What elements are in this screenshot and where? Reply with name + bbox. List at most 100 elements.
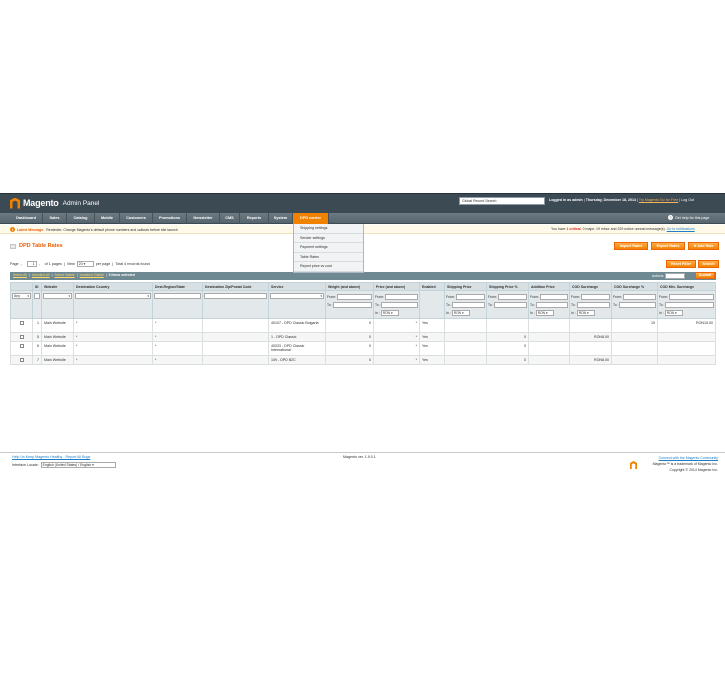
filter-cod-pct-to-input[interactable] [619, 301, 656, 308]
filter-id-cell [32, 290, 42, 319]
cell-country: * [73, 355, 153, 365]
col-shipping-price-pct[interactable]: Shipping Price % [486, 282, 529, 291]
col-price[interactable]: Price (and above) [373, 282, 420, 291]
critical-count[interactable]: 1 critical [566, 227, 580, 231]
filter-cod-min-currency-select[interactable]: RON ▾ [664, 309, 683, 316]
col-dest-country[interactable]: Destination Country [73, 282, 153, 291]
filter-region-input[interactable] [154, 293, 201, 299]
search-button[interactable]: Search [698, 260, 719, 268]
next-page-icon[interactable]: › [39, 262, 43, 267]
nav-reports[interactable]: Reports [240, 213, 269, 224]
filter-cod-pct-from-input[interactable] [622, 293, 656, 300]
filter-price-from-input[interactable] [384, 293, 418, 300]
nav-catalog[interactable]: Catalog [67, 213, 95, 224]
submit-button[interactable]: Submit [695, 272, 715, 279]
unselect-all-link[interactable]: Unselect All [32, 273, 50, 277]
filter-add-to-input[interactable] [536, 301, 568, 308]
actions-select[interactable] [665, 273, 686, 279]
nav-cms[interactable]: CMS [220, 213, 240, 224]
menu-sender-settings[interactable]: Sender settings [294, 234, 363, 243]
nav-customers[interactable]: Customers [120, 213, 153, 224]
col-id[interactable]: ID [32, 282, 42, 291]
col-weight[interactable]: Weight (and above) [325, 282, 374, 291]
filter-ship-pct-to-input[interactable] [494, 301, 527, 308]
filter-price-currency-select[interactable]: RON ▾ [380, 309, 399, 316]
filter-massaction-select[interactable]: Any ▾ [12, 293, 31, 299]
col-enabled[interactable]: Enabled [419, 282, 445, 291]
nav-newsletter[interactable]: Newsletter [187, 213, 220, 224]
menu-table-rates[interactable]: Table Rates [294, 253, 363, 262]
nav-dashboard[interactable]: Dashboard [10, 213, 43, 224]
reset-filter-button[interactable]: Reset Filter [666, 260, 696, 268]
prev-page-icon[interactable]: ‹ [21, 262, 25, 267]
filter-id-input[interactable] [34, 293, 40, 299]
unselect-visible-link[interactable]: Unselect Visible [80, 273, 104, 277]
filter-ship-pct-from-input[interactable] [497, 293, 527, 300]
add-rate-button[interactable]: ⊕ Add Rate [688, 242, 719, 250]
try-magento-link[interactable]: Try Magento Go for Free [639, 198, 678, 202]
nav-system[interactable]: System [269, 213, 293, 224]
filter-ship-to-input[interactable] [452, 301, 485, 308]
page-number-input[interactable]: 1 [26, 261, 37, 267]
cell-price: * [373, 332, 420, 342]
filter-weight-to-input[interactable] [333, 301, 372, 308]
nav-sales[interactable]: Sales [43, 213, 67, 224]
magento-logo[interactable]: Magento Admin Panel [10, 196, 99, 210]
row-checkbox[interactable] [19, 344, 24, 348]
help-link[interactable]: ? Get help for this page [668, 215, 709, 220]
filter-cod-min-from-input[interactable] [668, 293, 714, 300]
locale-value: English (United States) / English [42, 463, 92, 467]
nav-dpd-carrier[interactable]: DPD carrier [293, 213, 329, 224]
global-search-input[interactable]: Global Record Search [459, 197, 545, 205]
filter-cod-to-input[interactable] [577, 301, 610, 308]
pager: Page ‹ 1 › of 1 pages | View 20 ▾ per pa… [10, 261, 150, 267]
report-bugs-link[interactable]: Help Us Keep Magento Healthy - Report Al… [12, 455, 116, 459]
filter-weight-from-input[interactable] [336, 293, 372, 300]
menu-shipping-settings[interactable]: Shipping settings [294, 224, 363, 234]
filter-service-select[interactable]: ▾ [270, 293, 324, 299]
locale-select[interactable]: English (United States) / English ▾ [40, 462, 116, 468]
filter-add-currency-select[interactable]: RON ▾ [535, 309, 554, 316]
nav-mobile[interactable]: Mobile [95, 213, 120, 224]
import-rates-button[interactable]: Import Rates [614, 242, 648, 250]
filter-ship-from-input[interactable] [455, 293, 485, 300]
filter-add-from-input[interactable] [539, 293, 568, 300]
table-row[interactable]: 7 Main Website * * 109 - DPD B2C 0 * Yes… [10, 355, 716, 365]
goto-notifications-link[interactable]: Go to notifications [667, 227, 695, 231]
export-rates-button[interactable]: Export Rates [651, 242, 685, 250]
select-visible-link[interactable]: Select Visible [54, 273, 74, 277]
col-cod-surcharge[interactable]: COD Surcharge [569, 282, 612, 291]
cell-cod-min-surcharge [657, 341, 716, 356]
filter-cod-from-input[interactable] [580, 293, 610, 300]
table-row[interactable]: 5 Main Website * * 1 - DPD Classic 0 * Y… [10, 332, 716, 342]
table-row[interactable]: 1 Main Website * * 40107 - DPD Classic B… [10, 318, 716, 333]
row-checkbox[interactable] [19, 358, 24, 362]
filter-website-select[interactable]: ▾ [43, 293, 72, 299]
in-label: In : [530, 310, 535, 315]
filter-zip-input[interactable] [204, 293, 267, 299]
filter-ship-currency-select[interactable]: RON ▾ [451, 309, 470, 316]
menu-payment-settings[interactable]: Payment settings [294, 243, 363, 253]
select-all-link[interactable]: Select All [13, 273, 27, 277]
col-cod-surcharge-pct[interactable]: COD Surcharge % [611, 282, 658, 291]
filter-cod-min-to-input[interactable] [665, 301, 714, 308]
notification-rest: , 0 major, 19 minor and 229 notice unrea… [580, 227, 666, 231]
col-dest-region[interactable]: Dest.Region/State [152, 282, 203, 291]
filter-cod-currency-select[interactable]: RON ▾ [576, 309, 595, 316]
filter-country-select[interactable]: ▾ [75, 293, 151, 299]
col-dest-zip[interactable]: Destination Zip/Postal Code [202, 282, 269, 291]
filter-ship-to: To : [446, 301, 485, 308]
per-page-select[interactable]: 20 ▾ [76, 261, 94, 267]
col-addition-price[interactable]: Addition Price [528, 282, 570, 291]
col-cod-min-surcharge[interactable]: COD Min. Surcharge [657, 282, 716, 291]
filter-price-to-input[interactable] [381, 301, 418, 308]
row-checkbox[interactable] [19, 321, 24, 325]
menu-report-price-vs-cost[interactable]: Report price vs cost [294, 262, 363, 272]
col-website[interactable]: Website [41, 282, 74, 291]
nav-promotions[interactable]: Promotions [153, 213, 187, 224]
logout-link[interactable]: Log Out [681, 198, 694, 202]
table-row[interactable]: 6 Main Website * * 40033 - DPD Classic I… [10, 341, 716, 356]
col-shipping-price[interactable]: Shipping Price [444, 282, 487, 291]
row-checkbox[interactable] [19, 335, 24, 339]
col-service[interactable]: Service [268, 282, 326, 291]
